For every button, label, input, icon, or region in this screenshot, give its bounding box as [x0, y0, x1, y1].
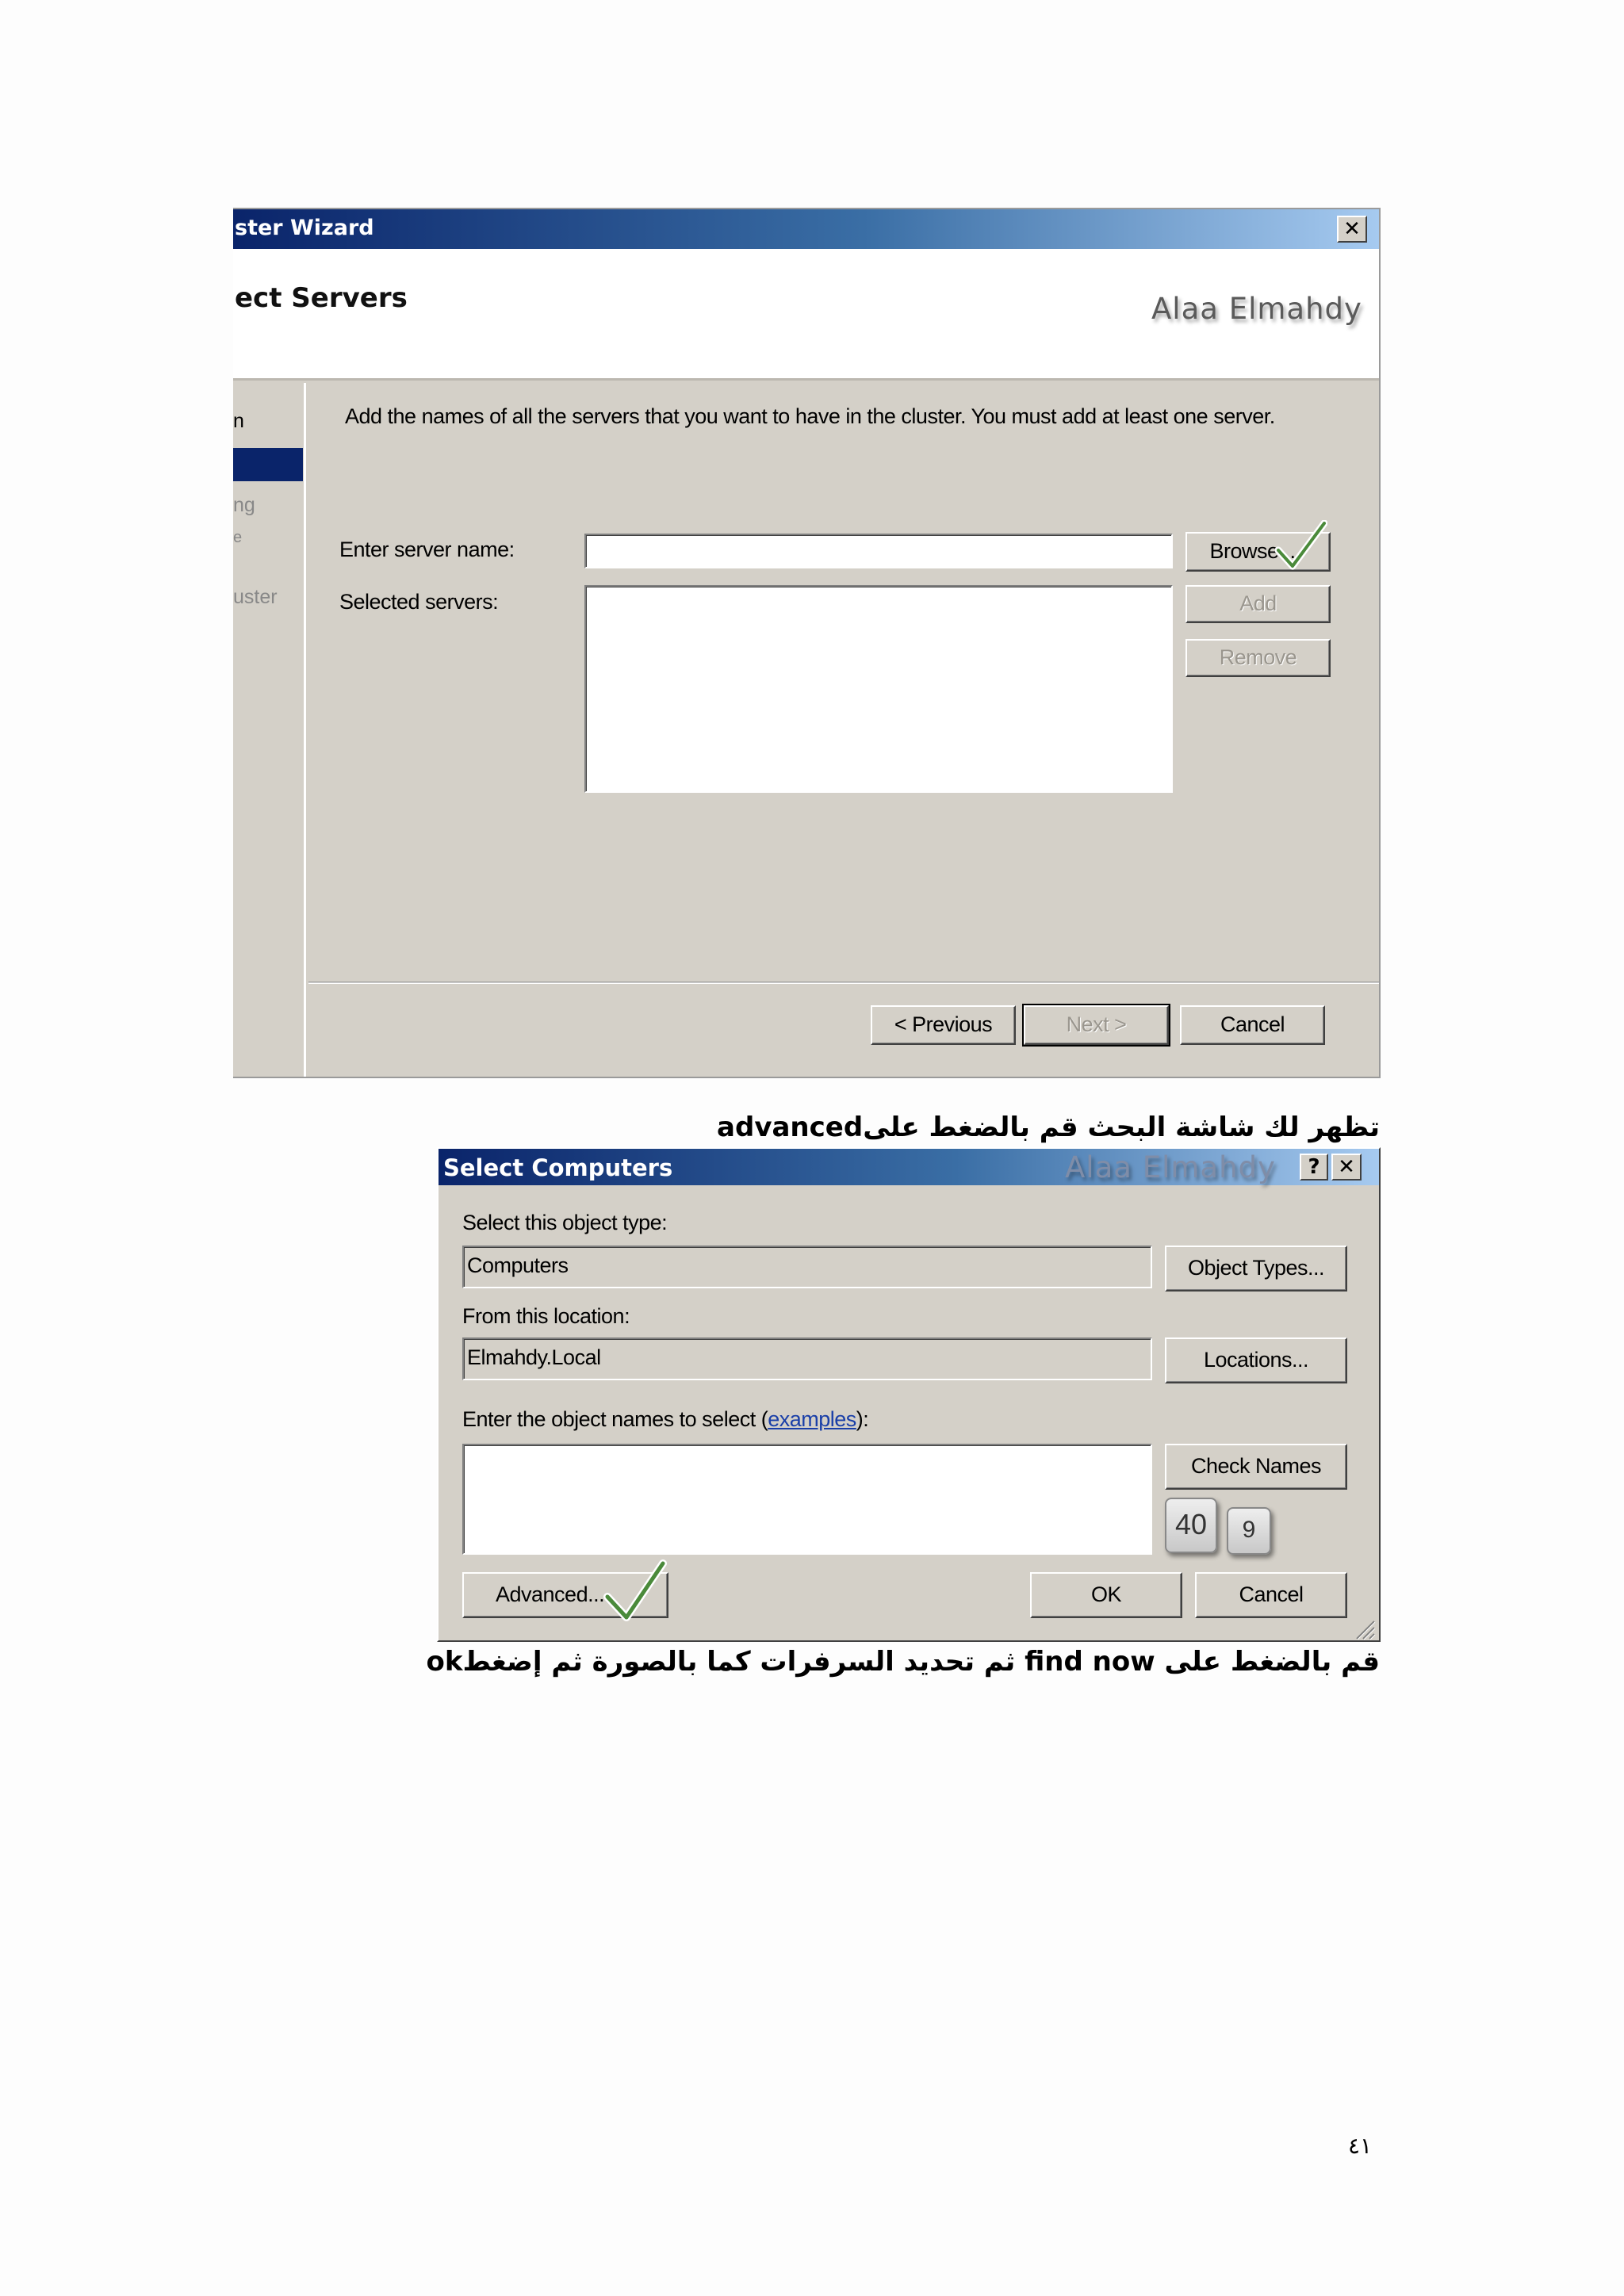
- instruction-text: Add the names of all the servers that yo…: [345, 404, 1275, 428]
- help-icon[interactable]: ?: [1300, 1154, 1328, 1181]
- wizard-title: ster Wizard: [235, 216, 374, 240]
- selected-servers-list[interactable]: [584, 585, 1173, 793]
- examples-link[interactable]: examples: [768, 1407, 856, 1431]
- author-watermark: Alaa Elmahdy: [1151, 292, 1362, 326]
- wizard-title-bar[interactable]: ster Wizard ✕: [233, 209, 1379, 249]
- checkmark-icon: [1275, 520, 1327, 570]
- server-name-label: Enter server name:: [339, 538, 515, 561]
- object-names-label: Enter the object names to select (exampl…: [462, 1407, 869, 1432]
- step-item-selected: [233, 448, 303, 481]
- close-icon[interactable]: ✕: [1331, 1154, 1362, 1181]
- wizard-header: ect Servers Alaa Elmahdy: [233, 249, 1379, 381]
- server-name-input[interactable]: [584, 534, 1173, 568]
- step-item: ng: [233, 494, 255, 516]
- step-item: uster: [233, 586, 278, 608]
- object-types-button[interactable]: Object Types...: [1165, 1246, 1347, 1292]
- wizard-step-pane: n ng e uster: [233, 383, 306, 1077]
- footer-divider: [308, 982, 1379, 984]
- locations-button[interactable]: Locations...: [1165, 1337, 1347, 1383]
- dialog-title: Select Computers: [443, 1154, 673, 1181]
- add-button[interactable]: Add: [1185, 585, 1331, 623]
- next-button[interactable]: Next >: [1022, 1004, 1170, 1047]
- keycap-badge: 40: [1165, 1498, 1217, 1553]
- page-title: ect Servers: [235, 282, 408, 314]
- keycap-badge: 9: [1227, 1507, 1271, 1555]
- page-number: ٤١: [1348, 2133, 1373, 2159]
- cancel-button[interactable]: Cancel: [1180, 1005, 1325, 1045]
- caption-find-now: قم بالضغط على find now ثم تحديد السرفرات…: [426, 1646, 1380, 1678]
- previous-button[interactable]: < Previous: [871, 1005, 1016, 1045]
- close-icon[interactable]: ✕: [1337, 216, 1367, 243]
- step-item: e: [233, 529, 243, 546]
- add-cluster-wizard-window: ster Wizard ✕ ect Servers Alaa Elmahdy n…: [233, 208, 1381, 1078]
- cancel-button[interactable]: Cancel: [1195, 1572, 1347, 1618]
- location-field: Elmahdy.Local: [462, 1337, 1152, 1380]
- resize-grip-icon[interactable]: [1350, 1615, 1376, 1640]
- location-label: From this location:: [462, 1304, 630, 1328]
- object-names-input[interactable]: [462, 1444, 1152, 1555]
- author-watermark: Alaa Elmahdy: [1065, 1150, 1276, 1184]
- object-names-label-end: ):: [856, 1407, 869, 1431]
- selected-servers-label: Selected servers:: [339, 590, 499, 614]
- ok-button[interactable]: OK: [1030, 1572, 1182, 1618]
- check-names-button[interactable]: Check Names: [1165, 1444, 1347, 1490]
- caption-search-screen: تظهر لك شاشة البحث قم بالضغط علىadvanced: [717, 1112, 1380, 1143]
- object-names-label-text: Enter the object names to select (: [462, 1407, 768, 1431]
- remove-button[interactable]: Remove: [1185, 639, 1331, 677]
- object-type-label: Select this object type:: [462, 1211, 668, 1234]
- dialog-title-bar[interactable]: Select Computers Alaa Elmahdy ? ✕: [439, 1149, 1379, 1185]
- checkmark-icon: [603, 1559, 667, 1621]
- step-item: n: [233, 410, 244, 432]
- object-type-field: Computers: [462, 1246, 1152, 1288]
- select-computers-dialog: Select Computers Alaa Elmahdy ? ✕ Select…: [437, 1147, 1381, 1642]
